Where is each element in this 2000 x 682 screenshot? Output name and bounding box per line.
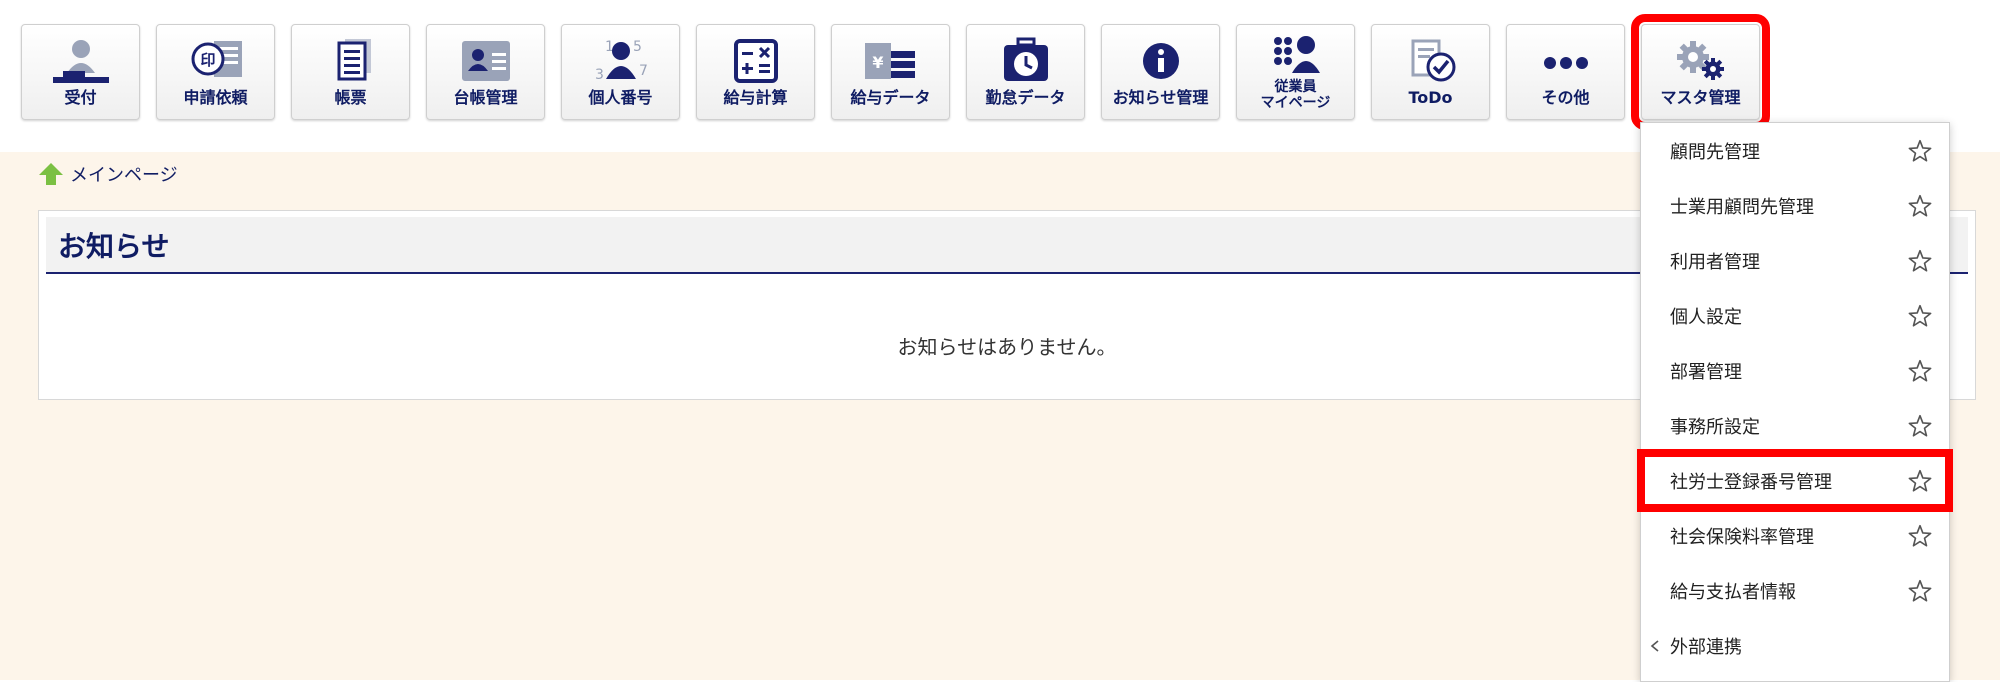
toolbar-label-line2: マイページ [1260,95,1331,111]
svg-text:3: 3 [595,67,604,83]
toolbar-button-forms[interactable]: 帳票 [291,24,410,120]
toolbar-label: 申請依頼 [183,88,248,107]
star-icon[interactable] [1907,578,1933,604]
home-arrow-icon [39,163,63,185]
menu-item-label: 顧問先管理 [1670,141,1760,163]
toolbar-label: 給与計算 [723,88,788,107]
menu-item-label: 社会保険料率管理 [1670,526,1814,548]
toolbar-button-seal-request[interactable]: 印 申請依頼 [156,24,275,120]
notice-panel-title: お知らせ [58,229,170,263]
star-icon[interactable] [1907,303,1933,329]
breadcrumb-label: メインページ [70,165,178,186]
toolbar-label: マスタ管理 [1660,88,1741,107]
reception-icon [49,37,113,85]
calculator-icon [724,37,788,85]
menu-item-label: 外部連携 [1670,636,1742,658]
toolbar-label: 勤怠データ [985,88,1066,107]
toolbar-button-other[interactable]: その他 [1506,24,1625,120]
svg-text:印: 印 [200,51,215,69]
toolbar-button-todo[interactable]: ToDo [1371,24,1490,120]
svg-text:¥: ¥ [872,53,883,72]
menu-item-client-mgmt[interactable]: 顧問先管理 [1641,123,1949,178]
toolbar-label: 給与データ [850,88,931,107]
star-icon[interactable] [1907,523,1933,549]
star-icon[interactable] [1907,358,1933,384]
toolbar-button-master-mgmt[interactable]: マスタ管理 [1631,14,1770,130]
toolbar-button-attendance[interactable]: 勤怠データ [966,24,1085,120]
menu-item-sharoushi-reg-number-mgmt[interactable]: 社労士登録番号管理 [1637,449,1953,512]
info-icon [1129,37,1193,85]
breadcrumb[interactable]: メインページ [38,160,178,188]
toolbar-label: 個人番号 [588,88,653,107]
gears-icon [1669,37,1733,85]
menu-item-external-integration[interactable]: 外部連携 [1641,618,1949,673]
toolbar-button-personal-number[interactable]: 1 5 3 7 個人番号 [561,24,680,120]
toolbar-button-employee-mypage[interactable]: 従業員 マイページ [1236,24,1355,120]
toolbar-label: ToDo [1408,88,1453,107]
attendance-clock-icon [994,37,1058,85]
menu-item-social-insurance-rate-mgmt[interactable]: 社会保険料率管理 [1641,508,1949,563]
menu-item-label: 利用者管理 [1670,251,1760,273]
toolbar-label: その他 [1541,88,1590,107]
toolbar-button-ledger[interactable]: 台帳管理 [426,24,545,120]
star-icon[interactable] [1907,468,1933,494]
menu-item-personal-settings[interactable]: 個人設定 [1641,288,1949,343]
master-mgmt-dropdown: 顧問先管理 士業用顧問先管理 利用者管理 個人設定 部署管理 事務所設定 社労士… [1637,122,1953,682]
toolbar-button-payroll-data[interactable]: ¥ 給与データ [831,24,950,120]
menu-item-pro-client-mgmt[interactable]: 士業用顧問先管理 [1641,178,1949,233]
chevron-left-icon [1650,639,1659,652]
star-icon[interactable] [1907,138,1933,164]
menu-item-office-settings[interactable]: 事務所設定 [1641,398,1949,453]
svg-text:7: 7 [639,63,648,79]
menu-item-label: 士業用顧問先管理 [1670,196,1814,218]
more-dots-icon [1534,37,1598,85]
toolbar-label: 帳票 [334,88,367,107]
payroll-data-icon: ¥ [859,37,923,85]
toolbar-label: お知らせ管理 [1112,88,1209,107]
menu-item-label: 社労士登録番号管理 [1670,471,1832,493]
svg-text:5: 5 [633,39,642,55]
ledger-icon [454,37,518,85]
toolbar-button-notice-mgmt[interactable]: お知らせ管理 [1101,24,1220,120]
menu-item-payer-info[interactable]: 給与支払者情報 [1641,563,1949,618]
toolbar-label: 受付 [64,88,97,107]
star-icon[interactable] [1907,413,1933,439]
menu-item-label: 事務所設定 [1670,416,1760,438]
personal-number-icon: 1 5 3 7 [589,37,653,85]
toolbar-button-reception[interactable]: 受付 [21,24,140,120]
seal-request-icon: 印 [184,37,248,85]
menu-item-label: 個人設定 [1670,306,1742,328]
toolbar-label-line1: 従業員 [1274,79,1317,95]
star-icon[interactable] [1907,193,1933,219]
menu-item-label: 部署管理 [1670,361,1742,383]
todo-check-icon [1399,37,1463,85]
menu-item-label: 給与支払者情報 [1670,581,1796,603]
menu-item-user-mgmt[interactable]: 利用者管理 [1641,233,1949,288]
star-icon[interactable] [1907,248,1933,274]
toolbar-button-payroll-calc[interactable]: 給与計算 [696,24,815,120]
toolbar-label: 台帳管理 [453,88,518,107]
forms-icon [319,37,383,85]
employee-mypage-icon [1264,33,1328,77]
menu-item-department-mgmt[interactable]: 部署管理 [1641,343,1949,398]
